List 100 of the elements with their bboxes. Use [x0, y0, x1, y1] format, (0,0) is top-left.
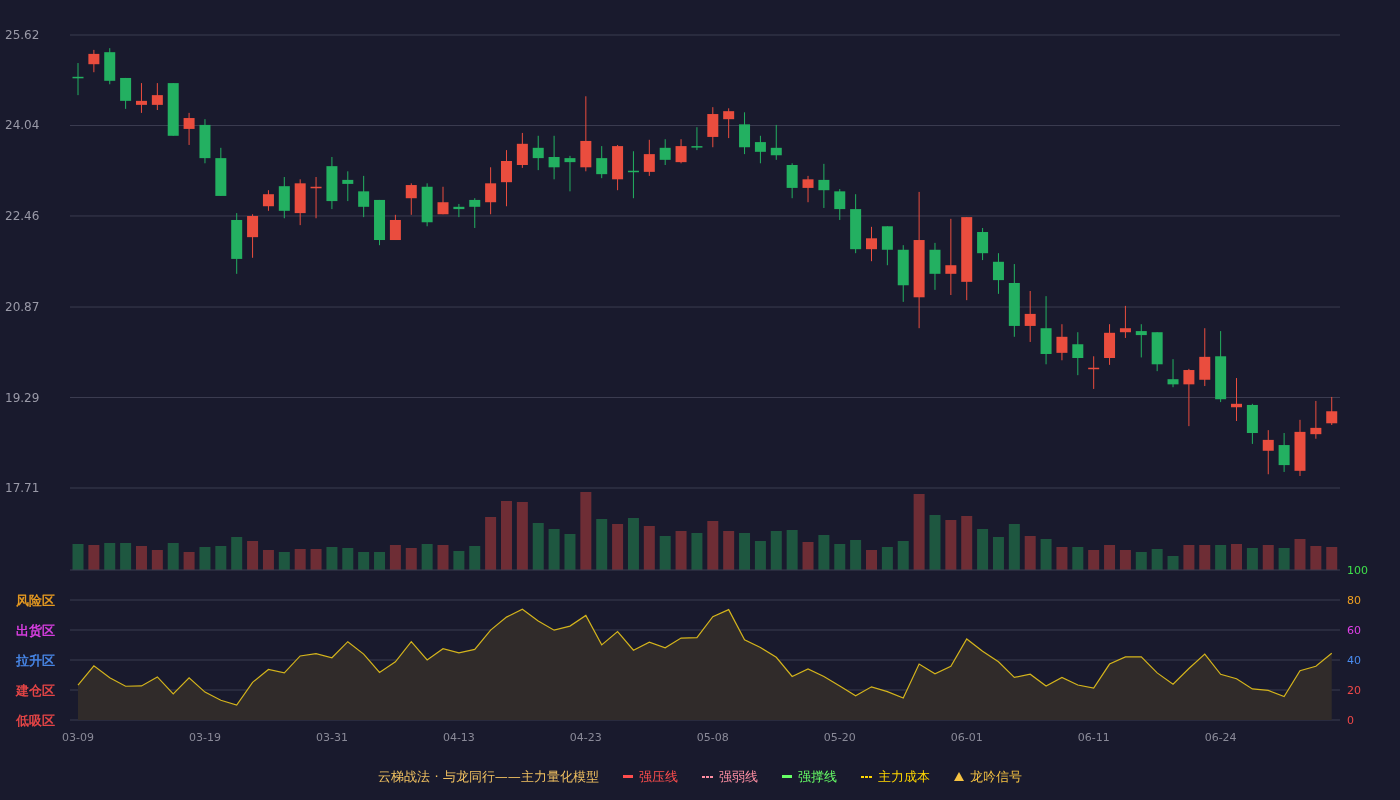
candlestick	[1246, 403, 1258, 445]
candlestick	[643, 139, 655, 177]
candlestick	[532, 135, 544, 171]
candlestick	[278, 176, 290, 219]
axis-label: 06-24	[1204, 731, 1237, 744]
candlestick	[977, 227, 989, 261]
candlestick	[151, 82, 163, 111]
zone-label: 出货区	[16, 623, 55, 638]
axis-label: 80	[1347, 594, 1361, 607]
candlestick	[1278, 432, 1290, 473]
candlestick	[723, 107, 735, 139]
axis-label: 03-31	[315, 731, 348, 744]
candlestick	[199, 118, 211, 164]
candlestick	[929, 242, 941, 291]
axis-label: 22.46	[5, 208, 40, 223]
candlestick	[1326, 396, 1338, 426]
candlestick	[770, 124, 782, 161]
candlestick	[1183, 368, 1195, 427]
candlestick	[1294, 419, 1306, 477]
candlestick	[1199, 327, 1211, 387]
axis-label: 100	[1347, 564, 1368, 577]
candlestick	[1119, 305, 1131, 339]
candlestick	[1072, 331, 1084, 376]
candlestick	[897, 244, 909, 303]
candlestick	[818, 163, 830, 209]
axis-label: 20.87	[5, 300, 40, 315]
zone-label: 低吸区	[16, 713, 55, 728]
candlestick	[72, 62, 84, 96]
candlestick	[1231, 377, 1242, 422]
candlestick	[866, 226, 877, 262]
candlestick	[691, 126, 703, 151]
legend-label[interactable]: 主力成本	[877, 767, 930, 787]
axis-label: 40	[1347, 654, 1361, 667]
legend-label[interactable]: 强压线	[638, 767, 678, 787]
zone-label: 建仓区	[16, 683, 55, 698]
axis-label: 60	[1347, 624, 1361, 637]
axis-label: 19.29	[5, 390, 40, 405]
candlestick	[612, 144, 624, 191]
candlestick	[326, 156, 338, 210]
legend-title: 云梯战法 · 与龙同行——主力量化模型	[378, 768, 599, 786]
candlestick	[516, 132, 528, 169]
axis-label: 06-01	[950, 731, 983, 744]
candlestick	[834, 188, 846, 221]
candlestick	[802, 175, 814, 203]
candlestick	[1167, 358, 1179, 388]
candlestick	[374, 199, 386, 246]
zone-label: 风险区	[16, 593, 55, 608]
candlestick	[453, 203, 465, 218]
candlestick	[675, 138, 687, 164]
candlestick	[294, 178, 306, 226]
candlestick	[754, 135, 766, 164]
candlestick	[104, 47, 116, 85]
axis-label: 03-09	[62, 731, 94, 744]
candlestick	[596, 145, 608, 179]
candlestick	[358, 175, 370, 218]
legend-label[interactable]: 强撑线	[797, 767, 837, 787]
candlestick	[850, 193, 862, 254]
candlestick	[389, 214, 401, 241]
candlestick	[659, 138, 671, 166]
candlestick	[310, 176, 322, 219]
candlestick	[548, 135, 560, 180]
candlestick	[485, 166, 497, 215]
candlestick	[501, 149, 512, 207]
candlestick	[881, 225, 893, 266]
axis-label: 24.04	[5, 118, 40, 133]
candlestick	[1088, 355, 1100, 390]
axis-label: 05-08	[696, 731, 729, 744]
candlestick	[405, 182, 417, 216]
candlestick	[1104, 323, 1116, 366]
candlestick	[564, 155, 576, 192]
candlestick	[739, 111, 751, 155]
candlestick	[707, 106, 719, 148]
axis-label: 20	[1347, 684, 1361, 697]
legend-label[interactable]: 强弱线	[718, 767, 758, 787]
candlestick	[136, 82, 147, 114]
candlestick	[992, 252, 1004, 295]
zone-label: 拉升区	[16, 653, 55, 668]
candlestick	[1056, 323, 1068, 361]
candlestick	[342, 170, 354, 202]
candlestick	[88, 49, 100, 73]
candlestick	[786, 162, 798, 199]
candlestick	[247, 213, 259, 259]
candlestick	[1151, 331, 1163, 372]
candlestick	[120, 77, 132, 110]
candlestick	[421, 182, 433, 227]
candlestick	[183, 112, 195, 146]
candlestick	[1040, 295, 1052, 365]
candlestick	[262, 189, 274, 212]
candlestick	[1310, 400, 1322, 440]
candlestick	[167, 82, 179, 137]
axis-label: 04-23	[569, 731, 602, 744]
legend-label[interactable]: 龙吟信号	[969, 767, 1022, 787]
axis-label: 25.62	[5, 28, 40, 42]
candlestick	[1262, 429, 1274, 475]
axis-label: 05-20	[823, 731, 856, 744]
axis-label: 03-19	[189, 731, 221, 744]
axis-label: 0	[1347, 714, 1354, 727]
candlestick	[627, 150, 639, 199]
candlestick	[231, 212, 243, 275]
candlestick	[1024, 290, 1036, 343]
